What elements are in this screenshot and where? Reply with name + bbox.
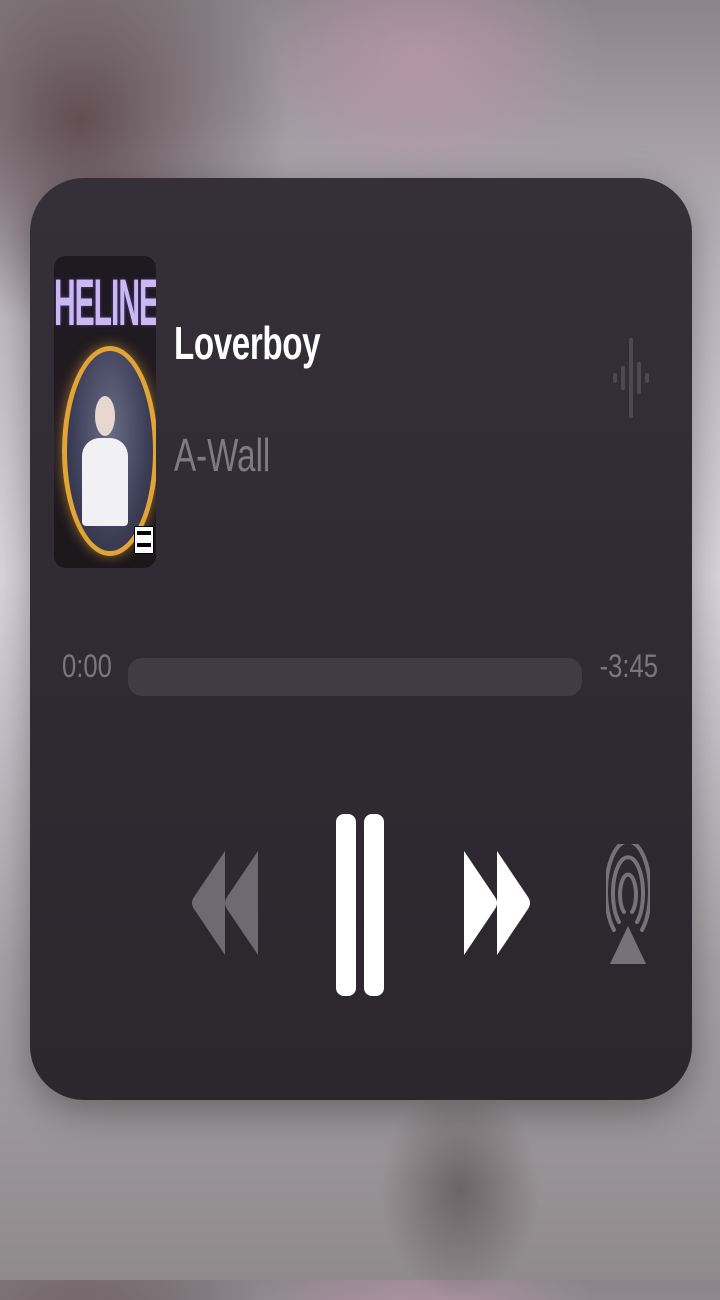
album-artwork[interactable]: HELINE bbox=[54, 256, 156, 568]
airplay-button[interactable] bbox=[604, 839, 652, 968]
fast-forward-icon bbox=[464, 851, 530, 955]
background-trunk bbox=[380, 1080, 540, 1300]
remaining-time: -3:45 bbox=[599, 648, 658, 684]
artwork-body bbox=[82, 438, 128, 526]
song-title[interactable]: Loverboy bbox=[174, 316, 321, 370]
rewind-icon bbox=[192, 851, 258, 955]
pause-icon bbox=[336, 814, 384, 996]
parental-advisory-badge bbox=[134, 526, 154, 554]
now-playing-widget: HELINE Loverboy A-Wall 0:00 -3:45 bbox=[30, 178, 692, 1100]
fast-forward-button[interactable] bbox=[460, 843, 532, 963]
rewind-button[interactable] bbox=[190, 843, 260, 963]
elapsed-time: 0:00 bbox=[62, 648, 112, 684]
waveform-icon bbox=[612, 336, 650, 420]
airplay-icon bbox=[604, 839, 652, 964]
pause-button[interactable] bbox=[330, 810, 392, 1000]
progress-scrubber[interactable] bbox=[128, 658, 582, 696]
artwork-title: HELINE bbox=[54, 268, 156, 341]
artwork-portrait bbox=[82, 396, 128, 526]
artist-name[interactable]: A-Wall bbox=[174, 428, 270, 482]
artwork-head bbox=[95, 396, 115, 436]
